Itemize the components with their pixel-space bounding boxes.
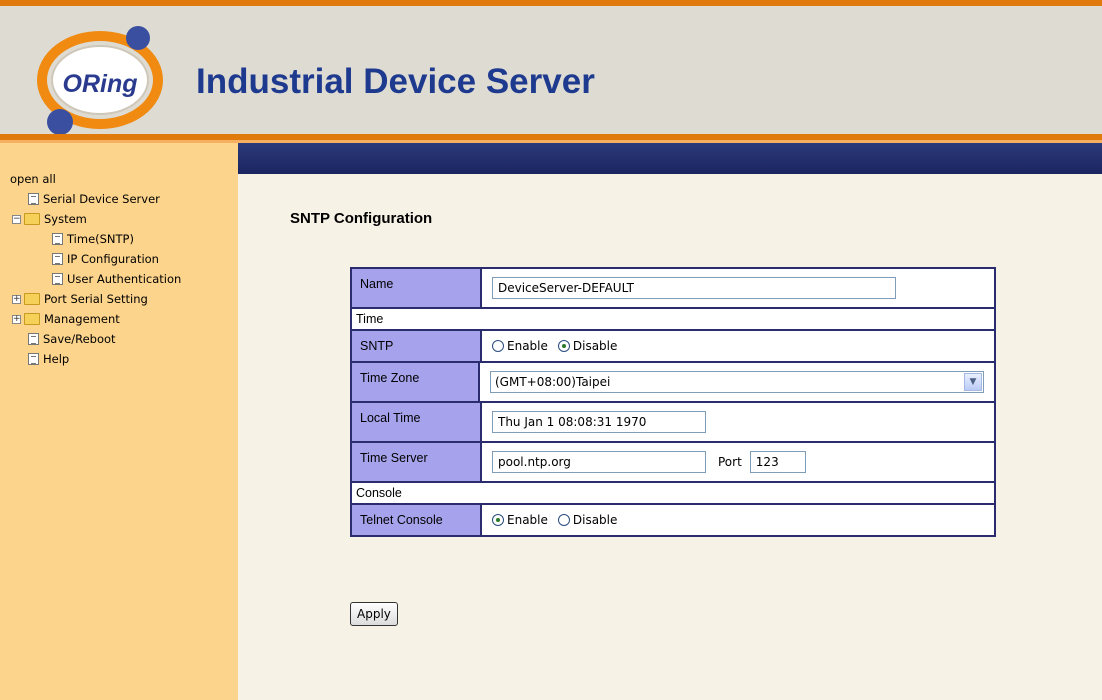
- sntp-enable-radio[interactable]: [492, 340, 504, 352]
- folder-icon: [24, 313, 40, 325]
- time-section-header: Time: [356, 312, 384, 326]
- sidebar-item-save-reboot[interactable]: Save/Reboot: [10, 329, 181, 349]
- header: ORing Industrial Device Server: [0, 6, 1102, 135]
- telnet-row: Telnet Console Enable Disable: [352, 505, 994, 535]
- timeserver-input[interactable]: [492, 451, 706, 473]
- sidebar: open all Serial Device Server − System T…: [0, 143, 238, 700]
- timezone-select[interactable]: (GMT+08:00)Taipei ▼: [490, 371, 984, 393]
- sidebar-item-port-serial-setting[interactable]: + Port Serial Setting: [10, 289, 181, 309]
- chevron-down-icon[interactable]: ▼: [964, 373, 982, 391]
- localtime-input[interactable]: [492, 411, 706, 433]
- sidebar-item-label[interactable]: Help: [43, 349, 69, 369]
- sidebar-item-label[interactable]: Save/Reboot: [43, 329, 116, 349]
- name-row: Name: [352, 269, 994, 309]
- sntp-label: SNTP: [352, 331, 482, 361]
- sidebar-item-label[interactable]: Serial Device Server: [43, 189, 160, 209]
- sntp-disable-label[interactable]: Disable: [573, 339, 618, 353]
- sidebar-item-ip-configuration[interactable]: IP Configuration: [10, 249, 181, 269]
- sidebar-item-label[interactable]: Time(SNTP): [67, 229, 134, 249]
- apply-button[interactable]: Apply: [350, 602, 398, 626]
- page-title: SNTP Configuration: [290, 210, 433, 227]
- content-title-bar: [238, 143, 1102, 174]
- sidebar-item-label[interactable]: IP Configuration: [67, 249, 159, 269]
- nav-tree: open all Serial Device Server − System T…: [10, 169, 181, 369]
- port-label: Port: [718, 455, 742, 469]
- collapse-icon[interactable]: −: [12, 214, 21, 224]
- telnet-enable-label[interactable]: Enable: [507, 513, 548, 527]
- console-section-header: Console: [356, 486, 402, 500]
- page-icon: [52, 233, 63, 245]
- sidebar-item-label[interactable]: Management: [44, 309, 120, 329]
- logo-text: ORing: [62, 70, 138, 98]
- name-label: Name: [352, 269, 482, 307]
- open-all-link[interactable]: open all: [10, 169, 181, 189]
- page-icon: [28, 333, 39, 345]
- sntp-config-table: Name Time SNTP Enable Disable Time Zone …: [350, 267, 996, 537]
- timezone-row: Time Zone (GMT+08:00)Taipei ▼: [352, 363, 994, 403]
- page-icon: [28, 353, 39, 365]
- expand-icon[interactable]: +: [12, 294, 21, 304]
- port-input[interactable]: [749, 451, 806, 473]
- localtime-label: Local Time: [352, 403, 482, 441]
- sidebar-item-help[interactable]: Help: [10, 349, 181, 369]
- sidebar-item-management[interactable]: + Management: [10, 309, 181, 329]
- sidebar-item-label[interactable]: System: [44, 209, 87, 229]
- localtime-row: Local Time: [352, 403, 994, 443]
- open-all-label[interactable]: open all: [10, 169, 56, 189]
- expand-icon[interactable]: +: [12, 314, 21, 324]
- sidebar-item-user-authentication[interactable]: User Authentication: [10, 269, 181, 289]
- page-icon: [28, 193, 39, 205]
- sidebar-item-label[interactable]: User Authentication: [67, 269, 181, 289]
- sntp-disable-radio[interactable]: [557, 340, 570, 352]
- sidebar-item-system[interactable]: − System: [10, 209, 181, 229]
- app-title: Industrial Device Server: [196, 62, 595, 101]
- timeserver-label: Time Server: [352, 443, 482, 481]
- page-icon: [52, 273, 63, 285]
- console-section-row: Console: [352, 483, 994, 505]
- sidebar-item-label[interactable]: Port Serial Setting: [44, 289, 148, 309]
- sntp-enable-label[interactable]: Enable: [507, 339, 548, 353]
- timeserver-row: Time Server Port: [352, 443, 994, 483]
- sidebar-item-serial-device-server[interactable]: Serial Device Server: [10, 189, 181, 209]
- telnet-label: Telnet Console: [352, 505, 482, 535]
- timezone-selected-value: (GMT+08:00)Taipei: [495, 375, 611, 389]
- time-section-row: Time: [352, 309, 994, 331]
- timezone-label: Time Zone: [352, 363, 480, 401]
- sntp-row: SNTP Enable Disable: [352, 331, 994, 363]
- page-icon: [52, 253, 63, 265]
- telnet-enable-radio[interactable]: [492, 514, 504, 526]
- telnet-disable-label[interactable]: Disable: [573, 513, 618, 527]
- name-input[interactable]: [492, 277, 896, 299]
- sidebar-item-time-sntp[interactable]: Time(SNTP): [10, 229, 181, 249]
- folder-open-icon: [24, 213, 40, 225]
- folder-icon: [24, 293, 40, 305]
- telnet-disable-radio[interactable]: [557, 514, 570, 526]
